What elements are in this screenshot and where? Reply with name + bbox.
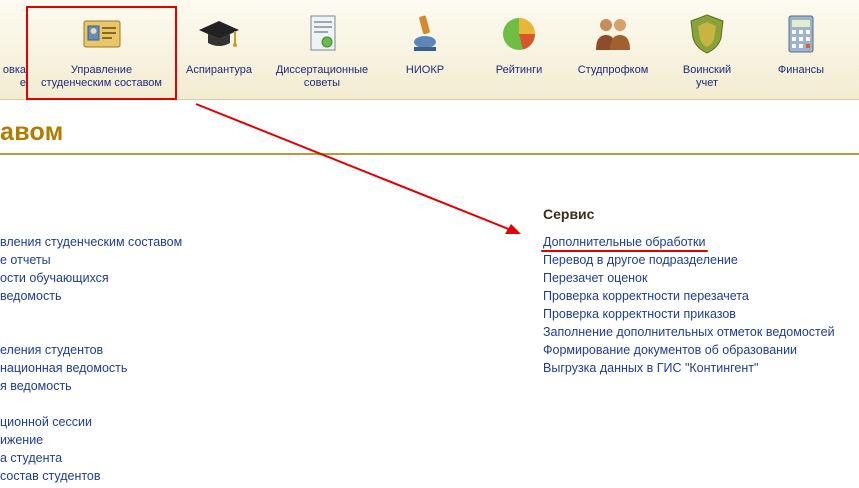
service-link[interactable]: Формирование документов об образовании (543, 343, 797, 357)
left-link-group-2: еления студентов национная ведомость я в… (0, 341, 127, 395)
toolbar-item-finance[interactable]: Финансы (768, 0, 834, 99)
toolbar-item-partial[interactable]: овка е (0, 0, 26, 99)
list-item: а студента (0, 449, 101, 467)
toolbar-item-dissertation-councils[interactable]: Диссертационные советы (268, 0, 376, 99)
service-link[interactable]: Перевод в другое подразделение (543, 253, 738, 267)
left-link[interactable]: я ведомость (0, 379, 72, 393)
left-link[interactable]: ости обучающихся (0, 271, 109, 285)
list-item: вления студенческим составом (0, 233, 182, 251)
toolbar-item-niokr[interactable]: НИОКР (392, 0, 458, 99)
page-title: авом (0, 118, 64, 146)
left-link-group-1: вления студенческим составом е отчеты ос… (0, 233, 182, 305)
list-item: я ведомость (0, 377, 127, 395)
annotation-underline (541, 250, 708, 252)
service-link[interactable]: Заполнение дополнительных отметок ведомо… (543, 325, 835, 339)
service-link[interactable]: Проверка корректности перезачета (543, 289, 749, 303)
toolbar-item-label: Аспирантура (185, 64, 253, 76)
list-item: Формирование документов об образовании (543, 341, 835, 359)
pie-chart-icon (503, 18, 535, 50)
list-item: еления студентов (0, 341, 127, 359)
toolbar-item-trade-union[interactable]: Студпрофком (570, 0, 656, 99)
service-link[interactable]: Выгрузка данных в ГИС "Контингент" (543, 361, 758, 375)
list-item: Заполнение дополнительных отметок ведомо… (543, 323, 835, 341)
list-item: ведомость (0, 287, 182, 305)
toolbar-item-label: Финансы (777, 64, 825, 76)
left-link-group-3: ционной сессии ижение а студента состав … (0, 413, 101, 485)
list-item: Проверка корректности приказов (543, 305, 835, 323)
list-item: ости обучающихся (0, 269, 182, 287)
left-link[interactable]: национная ведомость (0, 361, 127, 375)
list-item: состав студентов (0, 467, 101, 485)
list-item: Выгрузка данных в ГИС "Контингент" (543, 359, 835, 377)
list-item: национная ведомость (0, 359, 127, 377)
list-item: ционной сессии (0, 413, 101, 431)
left-link[interactable]: состав студентов (0, 469, 101, 483)
toolbar-item-label: овка е (2, 64, 26, 89)
service-link-additional-processing[interactable]: Дополнительные обработки (543, 235, 705, 249)
microscope-icon (414, 15, 436, 51)
list-item: Проверка корректности перезачета (543, 287, 835, 305)
list-item: е отчеты (0, 251, 182, 269)
toolbar-item-student-management[interactable]: Управление студенческим составом (30, 0, 173, 99)
list-item: Перевод в другое подразделение (543, 251, 835, 269)
list-item: Перезачет оценок (543, 269, 835, 287)
graduation-cap-icon (199, 21, 239, 47)
left-link[interactable]: вления студенческим составом (0, 235, 182, 249)
shield-icon (690, 14, 724, 54)
toolbar-item-label: Диссертационные советы (275, 64, 369, 89)
toolbar-item-label: Студпрофком (577, 64, 649, 76)
list-item: ижение (0, 431, 101, 449)
list-item: Дополнительные обработки (543, 233, 835, 251)
left-link[interactable]: ведомость (0, 289, 61, 303)
service-links: Дополнительные обработки Перевод в друго… (543, 233, 835, 377)
toolbar-item-label: Воинский учет (682, 64, 732, 89)
certificate-document-icon (310, 15, 336, 51)
toolbar-item-label: НИОКР (405, 64, 445, 76)
title-divider (0, 153, 859, 155)
calculator-icon (788, 15, 814, 53)
toolbar-item-ratings[interactable]: Рейтинги (486, 0, 552, 99)
sections-toolbar: овка е Управление студенческим составом … (0, 0, 859, 100)
student-id-card-icon (83, 20, 120, 48)
people-group-icon (596, 19, 630, 50)
toolbar-item-label: Управление студенческим составом (40, 64, 162, 89)
service-link[interactable]: Проверка корректности приказов (543, 307, 736, 321)
left-link[interactable]: ционной сессии (0, 415, 92, 429)
toolbar-item-label: Рейтинги (495, 64, 543, 76)
toolbar-item-postgraduate[interactable]: Аспирантура (180, 0, 258, 99)
toolbar-item-military[interactable]: Воинский учет (674, 0, 740, 99)
left-link[interactable]: е отчеты (0, 253, 51, 267)
left-link[interactable]: а студента (0, 451, 62, 465)
left-link[interactable]: еления студентов (0, 343, 103, 357)
service-heading: Сервис (543, 206, 595, 222)
service-link[interactable]: Перезачет оценок (543, 271, 647, 285)
left-link[interactable]: ижение (0, 433, 43, 447)
